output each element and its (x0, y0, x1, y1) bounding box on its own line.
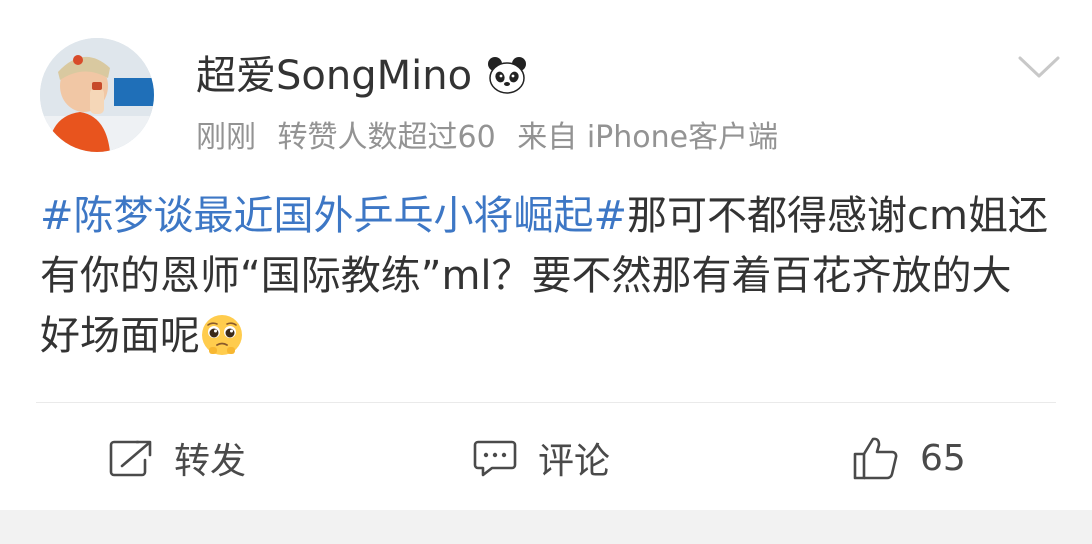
avatar[interactable] (40, 38, 154, 152)
pleading-face-emoji-icon (202, 315, 242, 355)
username-text[interactable]: 超爱SongMino (196, 50, 472, 102)
divider (36, 402, 1056, 403)
weibo-post-card: 超爱SongMino 刚刚 转赞人数超过60 来自 iPhone客户端 #陈梦谈… (0, 0, 1092, 544)
comment-label[interactable]: 评论 (538, 432, 610, 484)
repost-note: 转赞人数超过60 (277, 120, 496, 155)
hashtag-link[interactable]: #陈梦谈最近国外乒乓小将崛起# (40, 193, 627, 239)
chevron-down-icon[interactable] (1016, 50, 1062, 82)
panda-icon (488, 57, 527, 94)
post-meta: 刚刚 转赞人数超过60 来自 iPhone客户端 (196, 116, 790, 160)
comment-button[interactable]: 评论 (472, 432, 610, 484)
repost-icon (109, 440, 152, 477)
repost-button[interactable]: 转发 (108, 432, 246, 484)
thumbs-up-icon (853, 437, 898, 480)
post-content: #陈梦谈最近国外乒乓小将崛起#那可不都得感谢cm姐还有你的恩师“国际教练”ml？… (40, 186, 1050, 366)
bottom-separator-bar (0, 510, 1092, 544)
like-button[interactable]: 65 (852, 432, 966, 484)
post-source: 来自 iPhone客户端 (517, 120, 779, 155)
avatar-image-icon (40, 38, 154, 152)
comment-icon (473, 440, 517, 477)
like-count[interactable]: 65 (920, 438, 966, 479)
post-time: 刚刚 (196, 120, 256, 155)
repost-label[interactable]: 转发 (174, 432, 246, 484)
username[interactable]: 超爱SongMino (196, 50, 528, 102)
